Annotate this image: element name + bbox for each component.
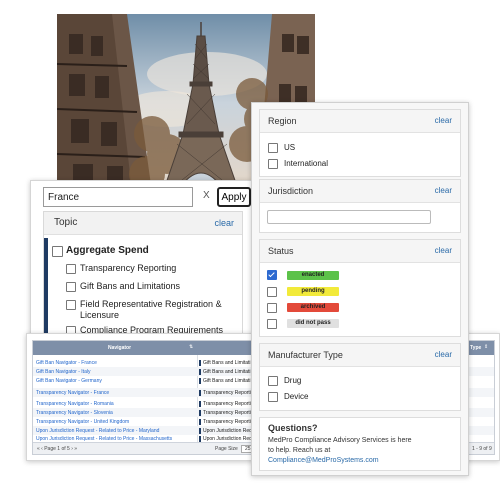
jurisdiction-panel: Jurisdiction clear bbox=[259, 179, 461, 233]
status-enacted-checkbox[interactable] bbox=[267, 270, 277, 280]
status-badge: archived bbox=[287, 303, 339, 312]
region-us-checkbox[interactable] bbox=[268, 143, 278, 153]
status-title: Status bbox=[268, 246, 294, 256]
manufacturer-type-panel: Manufacturer Type clear Drug Device bbox=[259, 343, 461, 411]
topic-cell: Gift Bans and Limitati bbox=[199, 369, 251, 375]
topic-cell: Transparency Reportin bbox=[199, 401, 254, 407]
sort-icon[interactable]: ⇅ bbox=[189, 344, 193, 350]
questions-panel: Questions? MedPro Compliance Advisory Se… bbox=[259, 417, 461, 471]
filters-card: Region clear US International Jurisdicti… bbox=[251, 102, 469, 476]
region-header: Region clear bbox=[260, 110, 460, 133]
navigator-link[interactable]: Transparency Navigator - France bbox=[36, 390, 109, 396]
manufacturer-option-label: Drug bbox=[284, 376, 302, 385]
status-badge: enacted bbox=[287, 271, 339, 280]
region-panel: Region clear US International bbox=[259, 109, 461, 177]
navigator-link[interactable]: Gift Ban Navigator - Germany bbox=[36, 378, 102, 384]
status-clear-link[interactable]: clear bbox=[435, 246, 452, 255]
jurisdiction-input[interactable] bbox=[267, 210, 431, 224]
manufacturer-type-clear-link[interactable]: clear bbox=[435, 350, 452, 359]
topic-cell: Gift Bans and Limitati bbox=[199, 360, 251, 366]
pager-controls[interactable]: « ‹ Page 1 of 5 › » bbox=[37, 446, 77, 452]
jurisdiction-title: Jurisdiction bbox=[268, 186, 314, 196]
contact-email-link[interactable]: Compliance@MedProSystems.com bbox=[268, 457, 379, 464]
search-input[interactable] bbox=[43, 187, 193, 207]
manufacturer-option-label: Device bbox=[284, 392, 309, 401]
navigator-link[interactable]: Transparency Navigator - Slovenia bbox=[36, 410, 113, 416]
aggregate-spend-checkbox[interactable] bbox=[52, 246, 63, 257]
region-title: Region bbox=[268, 116, 297, 126]
questions-text: to help. Reach us at bbox=[268, 447, 331, 454]
navigator-link[interactable]: Gift Ban Navigator - Italy bbox=[36, 369, 90, 375]
topic-cell: Transparency Reportin bbox=[199, 410, 254, 416]
clear-search-icon[interactable]: X bbox=[203, 190, 210, 201]
jurisdiction-header: Jurisdiction clear bbox=[260, 180, 460, 203]
manufacturer-type-title: Manufacturer Type bbox=[268, 350, 343, 360]
status-panel: Status clear enacted pending archived di… bbox=[259, 239, 461, 337]
status-badge: did not pass bbox=[287, 319, 339, 328]
region-option-label: International bbox=[284, 159, 329, 168]
apply-button[interactable]: Apply bbox=[217, 187, 251, 207]
status-did-not-pass-checkbox[interactable] bbox=[267, 319, 277, 329]
status-archived-checkbox[interactable] bbox=[267, 303, 277, 313]
column-header-navigator[interactable]: Navigator bbox=[108, 345, 131, 351]
questions-title: Questions? bbox=[268, 423, 318, 433]
manufacturer-device-checkbox[interactable] bbox=[268, 392, 278, 402]
topic-group-label: Aggregate Spend bbox=[66, 245, 149, 256]
navigator-link[interactable]: Transparency Navigator - Romania bbox=[36, 401, 114, 407]
topic-item-label: Gift Bans and Limitations bbox=[80, 281, 181, 291]
region-international-checkbox[interactable] bbox=[268, 159, 278, 169]
sort-icon[interactable]: ⇕ bbox=[484, 344, 488, 350]
jurisdiction-clear-link[interactable]: clear bbox=[435, 186, 452, 195]
topic-item-label: Licensure bbox=[80, 310, 120, 320]
region-option-label: US bbox=[284, 143, 296, 152]
topic-cell: Gift Bans and Limitati bbox=[199, 378, 251, 384]
topic-clear-link[interactable]: clear bbox=[214, 218, 234, 228]
navigator-link[interactable]: Transparency Navigator - United Kingdom bbox=[36, 419, 129, 425]
region-clear-link[interactable]: clear bbox=[435, 116, 452, 125]
topic-panel: Topic clear Aggregate Spend Transparency… bbox=[43, 211, 243, 353]
topic-filter-card: X Apply Topic clear Aggregate Spend Tran… bbox=[30, 180, 252, 353]
topic-checkbox[interactable] bbox=[66, 282, 76, 292]
topic-item-label: Transparency Reporting bbox=[80, 263, 177, 273]
questions-text: MedPro Compliance Advisory Services is h… bbox=[268, 437, 412, 444]
manufacturer-type-header: Manufacturer Type clear bbox=[260, 344, 460, 367]
topic-header: Topic clear bbox=[44, 212, 242, 235]
status-pending-checkbox[interactable] bbox=[267, 287, 277, 297]
topic-checkbox[interactable] bbox=[66, 300, 76, 310]
topic-cell: Transparency Reportin bbox=[199, 419, 254, 425]
page-size-label: Page Size bbox=[215, 446, 238, 452]
topic-item-label: Field Representative Registration & bbox=[80, 299, 222, 309]
manufacturer-drug-checkbox[interactable] bbox=[268, 376, 278, 386]
topic-cell: Transparency Reportin bbox=[199, 390, 254, 396]
search-row: X Apply bbox=[43, 187, 251, 207]
topic-title: Topic bbox=[54, 217, 78, 228]
navigator-link[interactable]: Gift Ban Navigator - France bbox=[36, 360, 97, 366]
status-header: Status clear bbox=[260, 240, 460, 263]
topic-checkbox[interactable] bbox=[66, 264, 76, 274]
status-badge: pending bbox=[287, 287, 339, 296]
column-header-type[interactable]: Type bbox=[470, 345, 481, 351]
record-count: 1 - 9 of 9 bbox=[472, 446, 492, 452]
